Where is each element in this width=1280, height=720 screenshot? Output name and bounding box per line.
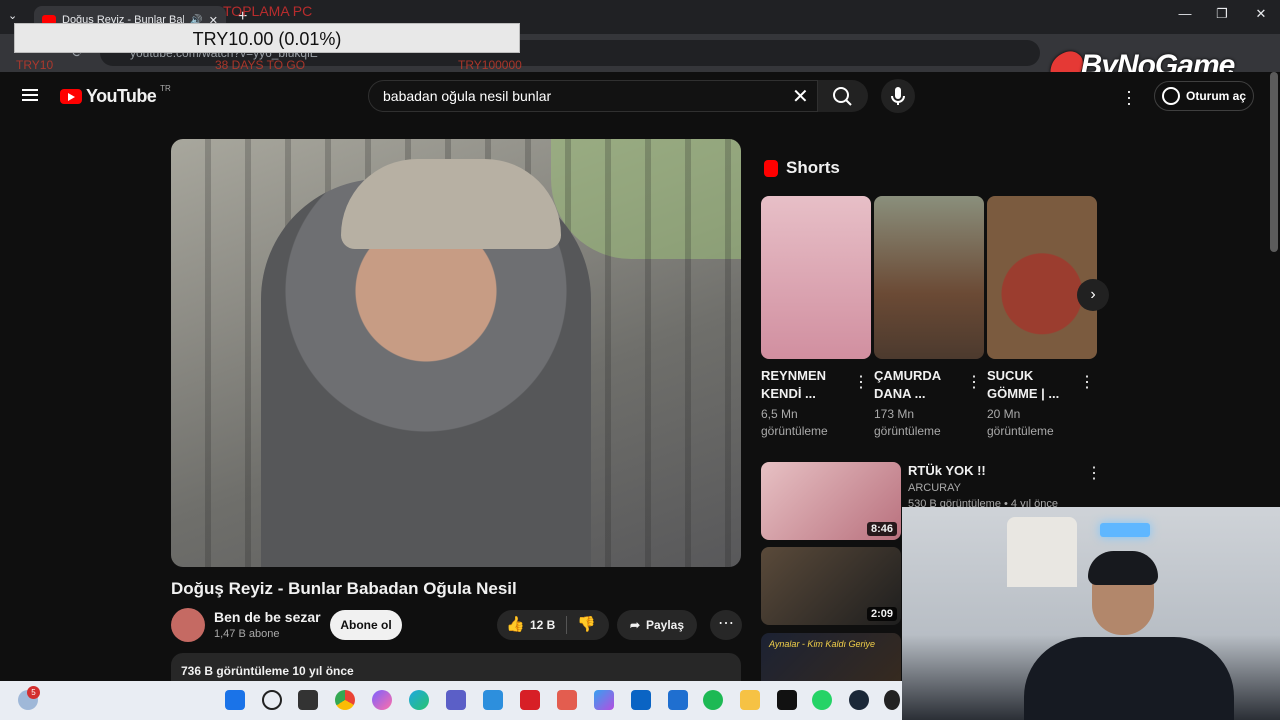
short-card[interactable]: SUCUK GÖMME | ... 20 Mn görüntüleme ⋮ <box>987 196 1097 440</box>
short-title[interactable]: REYNMEN KENDİ ... <box>761 367 849 403</box>
youtube-wordmark: YouTube <box>86 86 157 106</box>
app-icon-dark[interactable] <box>884 690 900 710</box>
recommendation-menu-icon[interactable]: ⋮ <box>1086 463 1102 483</box>
minimize-button[interactable]: — <box>1170 6 1200 21</box>
shorts-next-icon[interactable]: › <box>1077 279 1109 311</box>
goal-current: TRY10 <box>16 58 54 72</box>
short-thumbnail[interactable] <box>874 196 984 359</box>
video-meta: 736 B görüntüleme 10 yıl önce <box>181 664 354 678</box>
short-title[interactable]: ÇAMURDA DANA ... <box>874 367 962 403</box>
short-views: 173 Mn görüntüleme <box>874 407 941 438</box>
channel-name[interactable]: Ben de be sezar <box>214 609 321 625</box>
goal-title: TOPLAMA PC <box>223 3 313 19</box>
short-menu-icon[interactable]: ⋮ <box>853 372 869 392</box>
store-icon[interactable] <box>668 690 688 710</box>
webcam-person-hair <box>1088 551 1158 585</box>
webcam-overlay <box>902 507 1280 720</box>
teams-icon[interactable] <box>446 690 466 710</box>
steam-icon[interactable] <box>849 690 869 710</box>
subscriber-count: 1,47 B abone <box>214 628 280 640</box>
webcam-person-body <box>1024 637 1234 720</box>
file-explorer-icon[interactable] <box>740 690 760 710</box>
notification-badge: 5 <box>27 686 40 699</box>
shorts-heading-label: Shorts <box>786 158 840 177</box>
short-views: 20 Mn görüntüleme <box>987 407 1054 438</box>
short-card[interactable]: ÇAMURDA DANA ... 173 Mn görüntüleme ⋮ <box>874 196 984 440</box>
shorts-heading: Shorts <box>764 158 840 178</box>
recommendation-channel[interactable]: ARCURAY <box>908 482 961 494</box>
recommendation-thumbnail[interactable]: 8:46 <box>761 462 901 540</box>
dislike-icon[interactable]: 👎 <box>577 615 596 633</box>
task-view-icon[interactable] <box>298 690 318 710</box>
share-icon: ➦ <box>629 618 640 632</box>
share-label: Paylaş <box>646 618 685 632</box>
shorts-icon <box>764 159 778 177</box>
search-icon <box>833 87 852 106</box>
signin-button[interactable]: Oturum aç <box>1154 81 1254 111</box>
video-duration: 2:09 <box>866 607 897 621</box>
short-menu-icon[interactable]: ⋮ <box>966 372 982 392</box>
video-player[interactable] <box>171 139 741 567</box>
recommendation-title[interactable]: RTÜk YOK !! <box>908 463 986 478</box>
short-thumbnail[interactable] <box>987 196 1097 359</box>
short-thumbnail[interactable] <box>761 196 871 359</box>
acrobat-icon[interactable] <box>520 690 540 710</box>
short-menu-icon[interactable]: ⋮ <box>1079 372 1095 392</box>
goal-target: TRY100000 <box>458 58 522 72</box>
snipping-tool-icon[interactable] <box>557 690 577 710</box>
windows-start-icon[interactable] <box>225 690 245 710</box>
clear-search-icon[interactable]: ✕ <box>792 84 809 109</box>
video-subject-cap <box>341 159 561 249</box>
goal-days: 38 DAYS TO GO <box>215 58 306 72</box>
search-button[interactable] <box>818 80 868 112</box>
settings-menu-icon[interactable]: · · · <box>1126 82 1134 112</box>
m365-icon[interactable] <box>594 690 614 710</box>
video-title: Doğuş Reyiz - Bunlar Babadan Oğula Nesil <box>171 579 517 598</box>
recommendation-thumbnail[interactable]: 2:09 <box>761 547 901 625</box>
user-icon <box>1161 87 1180 105</box>
search-input[interactable]: babadan oğula nesil bunlar <box>368 80 818 112</box>
youtube-logo[interactable]: YouTube TR <box>60 84 171 107</box>
donation-amount: TRY10.00 (0.01%) <box>14 23 520 53</box>
copilot-icon[interactable] <box>372 690 392 710</box>
netflix-icon[interactable] <box>777 690 797 710</box>
subscribe-button[interactable]: Abone ol <box>330 610 402 640</box>
spotify-icon[interactable] <box>703 690 723 710</box>
voice-search-button[interactable] <box>881 79 915 113</box>
edge-icon[interactable] <box>409 690 429 710</box>
close-window-button[interactable]: ✕ <box>1246 6 1276 22</box>
whatsapp-icon[interactable] <box>812 690 832 710</box>
short-card[interactable]: REYNMEN KENDİ ... 6,5 Mn görüntüleme ⋮ <box>761 196 871 440</box>
menu-icon[interactable] <box>22 89 38 101</box>
share-button[interactable]: ➦ Paylaş <box>617 610 697 640</box>
video-duration: 8:46 <box>866 522 897 536</box>
app-icon[interactable] <box>483 690 503 710</box>
maximize-button[interactable]: ❐ <box>1207 6 1237 22</box>
thumbnail-caption: Aynalar - Kim Kaldı Geriye <box>769 639 875 649</box>
signin-label: Oturum aç <box>1185 89 1246 103</box>
channel-avatar[interactable] <box>171 608 205 642</box>
like-count[interactable]: 12 B <box>530 618 555 632</box>
country-code: TR <box>160 84 171 93</box>
webcam-lamp <box>1007 517 1077 587</box>
microphone-icon <box>891 87 905 105</box>
like-divider <box>566 616 567 634</box>
outlook-icon[interactable] <box>631 690 651 710</box>
chrome-icon[interactable] <box>335 690 355 710</box>
page-scrollbar[interactable] <box>1270 72 1278 252</box>
short-views: 6,5 Mn görüntüleme <box>761 407 828 438</box>
taskbar-search-icon[interactable] <box>262 690 282 710</box>
more-actions-icon[interactable]: ⋯ <box>710 610 742 640</box>
short-title[interactable]: SUCUK GÖMME | ... <box>987 367 1075 403</box>
webcam-light <box>1100 523 1150 537</box>
youtube-play-icon <box>60 89 82 104</box>
like-icon[interactable]: 👍 <box>506 615 525 633</box>
